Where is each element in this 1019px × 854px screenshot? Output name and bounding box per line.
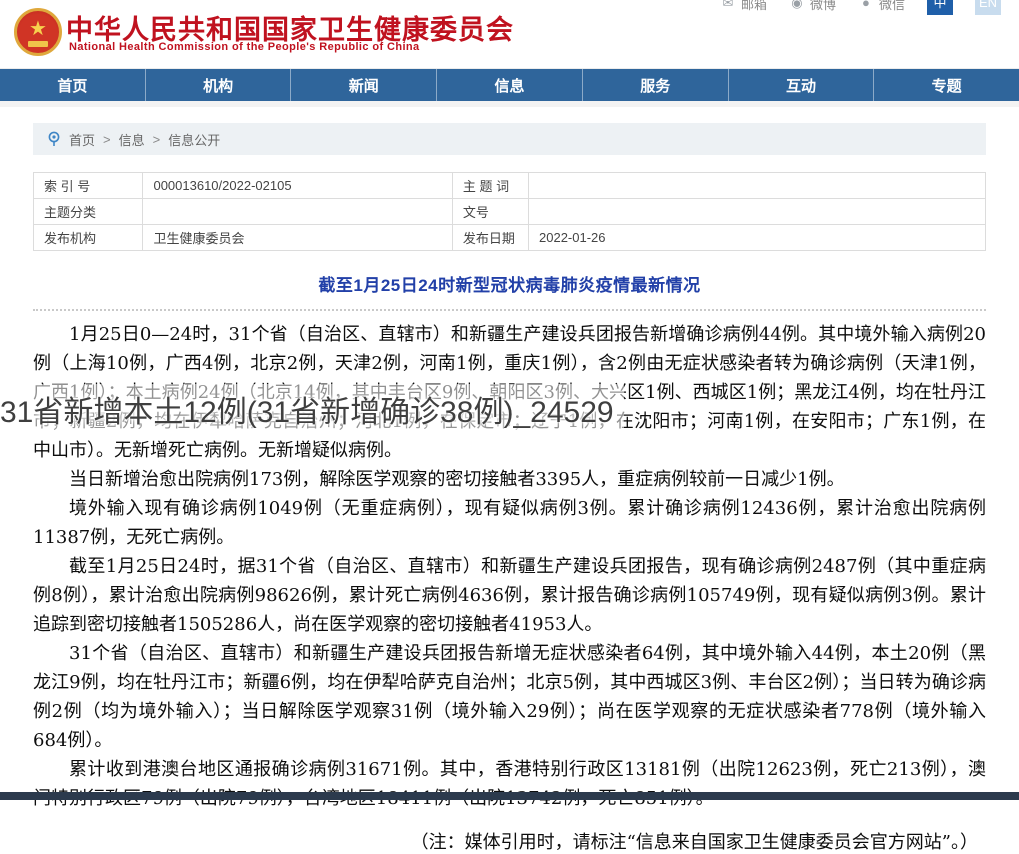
breadcrumb-info-disclosure[interactable]: 信息公开 [168, 130, 220, 149]
overlay-caption: 31省新增本土12例(31省新增确诊38例)_24529 [0, 384, 624, 434]
table-row: 发布机构 卫生健康委员会 发布日期 2022-01-26 [32, 224, 986, 251]
meta-value-docnumber [528, 198, 986, 225]
meta-label-category: 主题分类 [32, 198, 144, 225]
site-header: ★ 中华人民共和国国家卫生健康委员会 National Health Commi… [0, 0, 1019, 69]
breadcrumb: 首页 > 信息 > 信息公开 [33, 123, 986, 155]
breadcrumb-home[interactable]: 首页 [69, 130, 95, 149]
footer-bar [0, 792, 1019, 800]
mail-icon: ✉ [722, 0, 734, 10]
mail-link[interactable]: ✉ 邮箱 [720, 0, 767, 13]
main-nav: 首页 机构 新闻 信息 服务 互动 专题 [0, 69, 1019, 101]
national-emblem-logo: ★ [14, 8, 62, 56]
citation-note: （注：媒体引用时，请标注“信息来自国家卫生健康委员会官方网站”。） [410, 832, 978, 853]
table-row: 索 引 号 000013610/2022-02105 主 题 词 [32, 172, 986, 199]
meta-value-index: 000013610/2022-02105 [142, 172, 453, 199]
weibo-label: 微博 [809, 0, 836, 12]
meta-value-agency: 卫生健康委员会 [142, 224, 453, 251]
nav-bottom-strip [0, 101, 1019, 107]
nav-item-special[interactable]: 专题 [874, 69, 1019, 101]
article-title: 截至1月25日24时新型冠状病毒肺炎疫情最新情况 [318, 276, 701, 295]
weibo-link[interactable]: ◉ 微博 [789, 0, 836, 13]
main-content: 首页 > 信息 > 信息公开 索 引 号 000013610/2022-0210… [32, 123, 986, 854]
weibo-icon: ◉ [791, 0, 803, 10]
dotted-separator [33, 309, 986, 311]
wechat-icon: ● [862, 0, 870, 10]
nav-item-home[interactable]: 首页 [0, 69, 146, 101]
site-subtitle: National Health Commission of the People… [69, 41, 420, 53]
wechat-link[interactable]: ● 微信 [858, 0, 905, 13]
meta-value-pubdate: 2022-01-26 [528, 224, 986, 251]
article-paragraph: 截至1月25日24时，据31个省（自治区、直辖市）和新疆生产建设兵团报告，现有确… [33, 556, 986, 635]
meta-value-category [142, 198, 453, 225]
emblem-gate-shape [28, 41, 48, 47]
nav-item-service[interactable]: 服务 [583, 69, 729, 101]
meta-label-agency: 发布机构 [32, 224, 144, 251]
document-meta-table: 索 引 号 000013610/2022-02105 主 题 词 主题分类 文号… [32, 172, 986, 251]
article-paragraph: 境外输入现有确诊病例1049例（无重症病例），现有疑似病例3例。累计确诊病例12… [33, 498, 986, 548]
emblem-star-icon: ★ [29, 17, 47, 40]
meta-value-subject [528, 172, 986, 199]
meta-label-pubdate: 发布日期 [451, 224, 530, 251]
nav-item-news[interactable]: 新闻 [291, 69, 438, 101]
table-row: 主题分类 文号 [32, 198, 986, 225]
lang-zh-button[interactable]: 中 [927, 0, 953, 15]
meta-label-index: 索 引 号 [32, 172, 144, 199]
meta-label-docnumber: 文号 [451, 198, 530, 225]
lang-en-button[interactable]: EN [975, 0, 1001, 15]
article-paragraph: 31个省（自治区、直辖市）和新疆生产建设兵团报告新增无症状感染者64例，其中境外… [33, 643, 986, 751]
header-topbar: ✉ 邮箱 ◉ 微博 ● 微信 中 EN [720, 0, 1001, 16]
nav-item-org[interactable]: 机构 [146, 69, 292, 101]
wechat-label: 微信 [878, 0, 905, 12]
article-paragraph: 当日新增治愈出院病例173例，解除医学观察的密切接触者3395人，重症病例较前一… [69, 469, 845, 490]
article-paragraph: 累计收到港澳台地区通报确诊病例31671例。其中，香港特别行政区13181例（出… [33, 759, 986, 809]
breadcrumb-separator: > [152, 131, 161, 147]
mail-label: 邮箱 [740, 0, 767, 12]
breadcrumb-info[interactable]: 信息 [119, 130, 145, 149]
nav-item-interact[interactable]: 互动 [729, 69, 875, 101]
location-pin-icon [48, 131, 60, 146]
breadcrumb-separator: > [103, 131, 111, 147]
nav-item-info[interactable]: 信息 [437, 69, 583, 101]
meta-label-subject: 主 题 词 [451, 172, 530, 199]
